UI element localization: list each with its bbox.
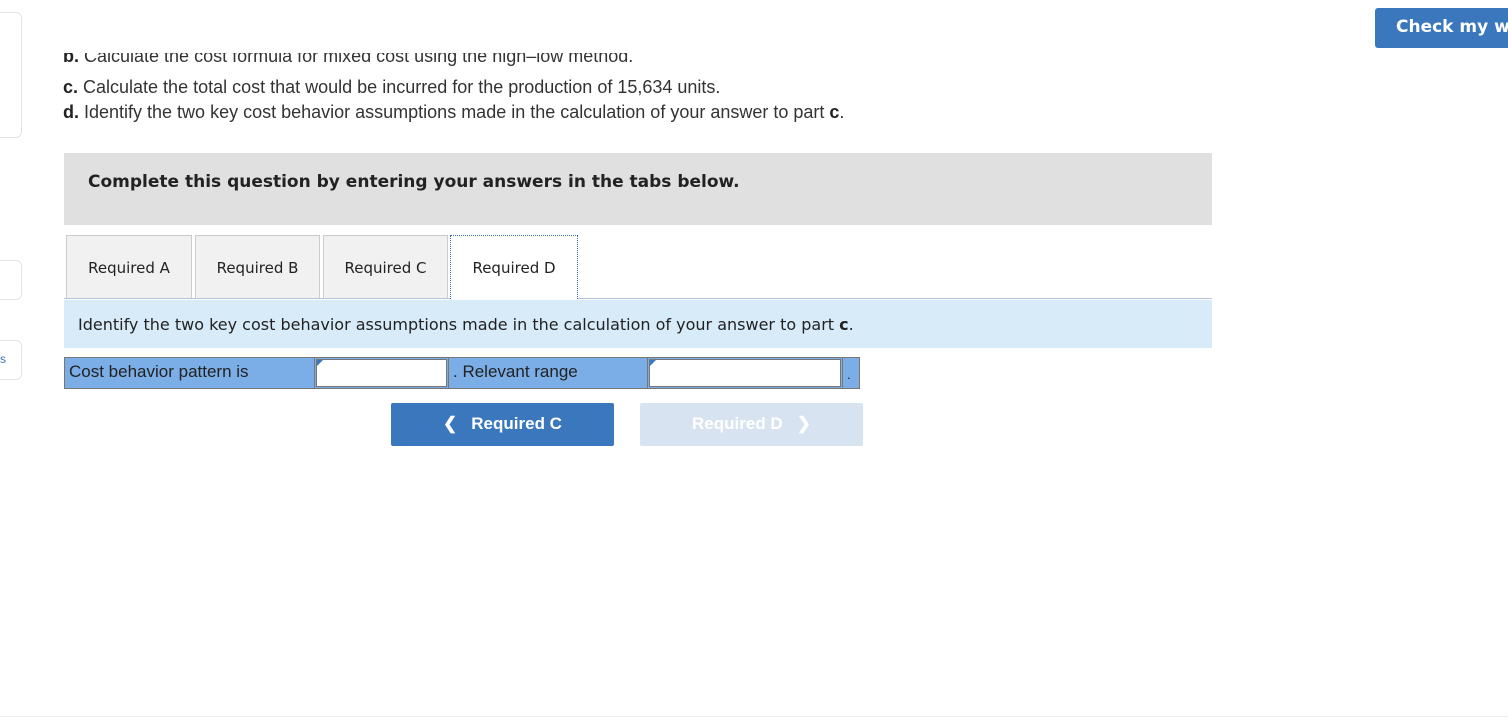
instruction-body: Identify the two key cost behavior assum… [78, 315, 840, 334]
relevant-range-input[interactable] [649, 359, 841, 387]
prev-label: Required C [471, 414, 562, 433]
tab-divider [64, 298, 1212, 299]
row-end-period: . [842, 358, 859, 388]
tab-required-b[interactable]: Required B [195, 235, 320, 299]
instructions-banner: Complete this question by entering your … [64, 153, 1212, 225]
tab-required-a[interactable]: Required A [66, 235, 192, 299]
question-part-b: b. Calculate the cost formula for mixed … [63, 53, 633, 73]
next-label: Required D [692, 414, 783, 433]
cost-behavior-label: Cost behavior pattern is [65, 358, 315, 388]
relevant-range-label: . Relevant range [448, 358, 648, 388]
side-link-fragment[interactable]: s [0, 352, 6, 366]
part-ref: c [829, 102, 840, 122]
tab-required-c[interactable]: Required C [323, 235, 448, 299]
part-ref: c [839, 315, 849, 334]
question-part-d: d. Identify the two key cost behavior as… [63, 102, 844, 123]
chevron-right-icon: ❯ [796, 414, 811, 433]
part-text: Calculate the cost formula for mixed cos… [79, 53, 634, 66]
side-panel-card [0, 12, 22, 138]
cost-behavior-input[interactable] [316, 359, 447, 387]
question-part-c: c. Calculate the total cost that would b… [63, 77, 720, 98]
part-text: Identify the two key cost behavior assum… [79, 102, 830, 122]
check-my-work-button[interactable]: Check my wo [1375, 8, 1508, 48]
period: . [839, 102, 845, 122]
part-letter: c. [63, 77, 79, 97]
chevron-left-icon: ❮ [443, 414, 458, 433]
instruction-text: Identify the two key cost behavior assum… [64, 300, 1212, 348]
part-letter: b. [63, 53, 79, 66]
answer-row: Cost behavior pattern is . Relevant rang… [64, 357, 860, 389]
period: . [848, 315, 854, 334]
part-text: Calculate the total cost that would be i… [78, 77, 721, 97]
prev-required-c-button[interactable]: ❮ Required C [391, 403, 614, 446]
footer-divider [0, 716, 1508, 717]
next-required-d-button: Required D ❯ [640, 403, 863, 446]
tab-required-d[interactable]: Required D [450, 235, 578, 301]
side-panel-card [0, 260, 22, 300]
part-letter: d. [63, 102, 79, 122]
